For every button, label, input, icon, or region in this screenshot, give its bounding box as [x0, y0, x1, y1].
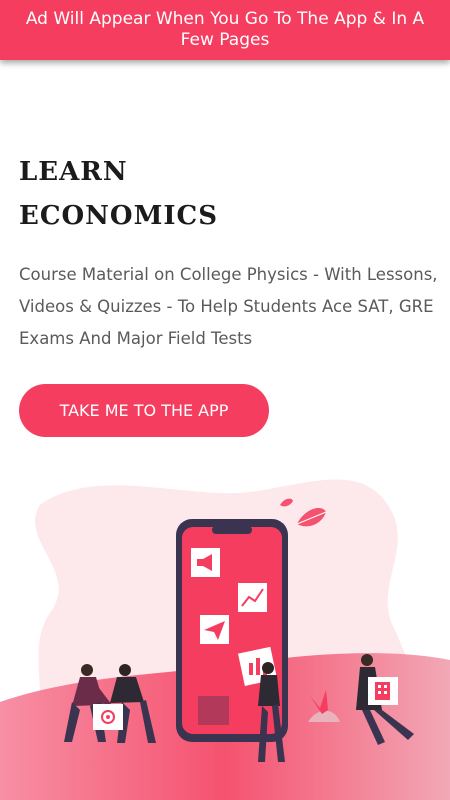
- phone-block: [198, 696, 229, 725]
- at-sign-icon: [93, 704, 123, 730]
- hero-illustration: [0, 479, 450, 800]
- ad-banner-text: Ad Will Appear When You Go To The App & …: [25, 9, 425, 50]
- hero-description: Course Material on College Physics - Wit…: [19, 265, 438, 348]
- take-me-to-app-button[interactable]: TAKE ME TO THE APP: [19, 384, 269, 437]
- page-title: LEARN ECONOMICS: [19, 150, 218, 238]
- chart-icon: [238, 583, 267, 612]
- title-line-learn: LEARN: [19, 157, 128, 187]
- building-icon: [368, 677, 398, 705]
- title-line-subject: ECONOMICS: [19, 201, 218, 231]
- phone-illustration: [176, 519, 288, 742]
- paper-plane-icon: [200, 615, 229, 644]
- megaphone-icon: [191, 548, 220, 577]
- ad-banner[interactable]: Ad Will Appear When You Go To The App & …: [0, 0, 450, 60]
